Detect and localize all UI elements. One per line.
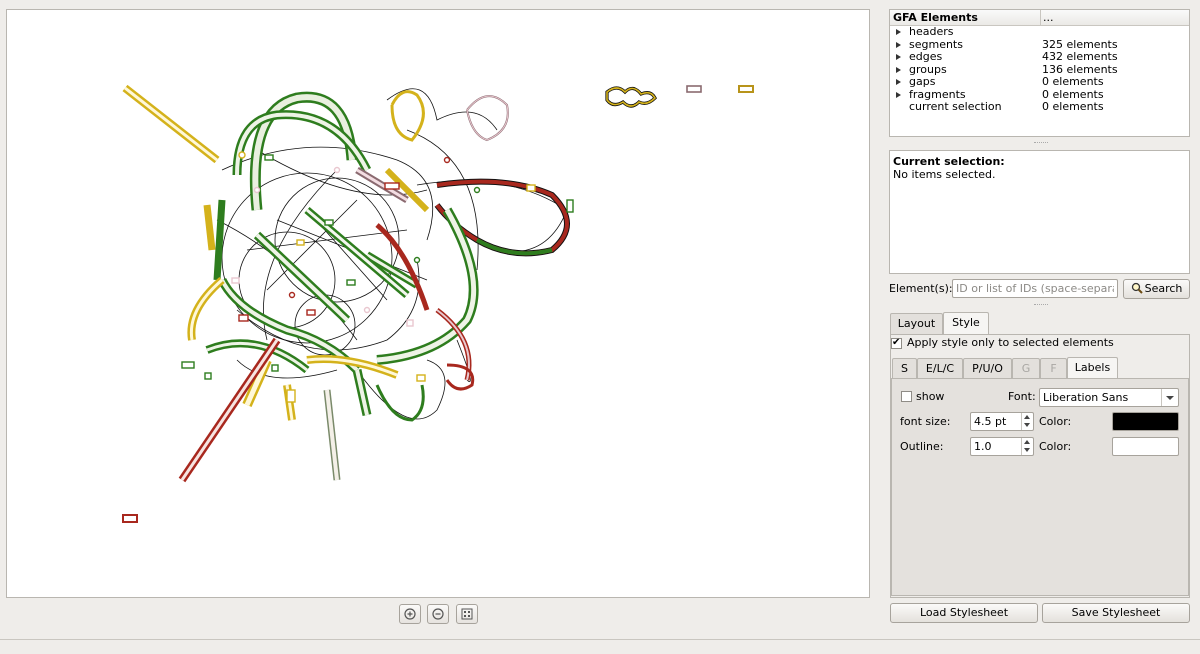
tree-row-count: 0 elements — [1042, 100, 1104, 113]
tab-g-label: G — [1021, 362, 1031, 375]
tree-row-edges[interactable]: edges 432 elements — [890, 50, 1189, 64]
save-stylesheet-button[interactable]: Save Stylesheet — [1042, 603, 1190, 623]
tab-elc-label: E/L/C — [925, 362, 955, 375]
spin-arrows-icon[interactable] — [1021, 438, 1033, 455]
tree-row-label: gaps — [909, 75, 936, 88]
zoom-fit-icon — [461, 608, 473, 620]
tab-fragments: F — [1040, 358, 1067, 379]
tree-row-label: current selection — [909, 100, 1002, 113]
zoom-fit-button[interactable] — [456, 604, 478, 624]
tree-header-elements[interactable]: GFA Elements — [893, 10, 978, 25]
tree-row-gaps[interactable]: gaps 0 elements — [890, 75, 1189, 89]
graph-segments — [122, 84, 479, 483]
gfa-graph-drawing[interactable] — [7, 10, 869, 597]
tree-row-current-selection[interactable]: current selection 0 elements — [890, 100, 1189, 114]
tab-segments-label: S — [901, 362, 908, 375]
tab-layout[interactable]: Layout — [890, 313, 943, 334]
tab-layout-label: Layout — [897, 317, 936, 330]
apply-style-label: Apply style only to selected elements — [907, 336, 1114, 349]
search-button-label: Search — [1144, 282, 1183, 295]
selection-text: No items selected. — [893, 168, 996, 181]
outline-value: 1.0 — [974, 440, 992, 453]
status-bar — [0, 639, 1200, 654]
tree-row-headers[interactable]: headers — [890, 25, 1189, 39]
gfa-elements-tree[interactable]: GFA Elements ... headers segments 325 el… — [889, 9, 1190, 137]
search-icon — [1131, 282, 1143, 300]
graph-canvas[interactable] — [6, 9, 870, 598]
expand-arrow-icon[interactable] — [896, 29, 901, 35]
splitter-handle[interactable] — [1034, 142, 1048, 145]
graph-isolated-components — [122, 85, 754, 523]
tab-f-label: F — [1050, 362, 1057, 375]
tab-edges-links-containments[interactable]: E/L/C — [917, 358, 963, 379]
outline-color-label: Color: — [1039, 440, 1072, 453]
tree-row-label: headers — [909, 25, 954, 38]
tree-header-divider — [1040, 10, 1041, 25]
font-size-label: font size: — [900, 415, 951, 428]
tab-labels-label: Labels — [1074, 361, 1111, 374]
spin-arrows-icon[interactable] — [1021, 413, 1033, 430]
tree-header: GFA Elements ... — [890, 10, 1189, 26]
splitter-handle[interactable] — [1034, 304, 1048, 307]
font-value: Liberation Sans — [1043, 391, 1129, 404]
tab-segments[interactable]: S — [892, 358, 917, 379]
tree-row-label: edges — [909, 50, 943, 63]
elements-label: Element(s): — [889, 282, 953, 295]
label-color-button[interactable] — [1112, 412, 1179, 431]
show-labels-checkbox[interactable] — [901, 391, 912, 402]
label-color-label: Color: — [1039, 415, 1072, 428]
element-id-input[interactable] — [952, 279, 1118, 298]
chevron-down-icon[interactable] — [1161, 389, 1178, 406]
expand-arrow-icon[interactable] — [896, 54, 901, 60]
font-size-spinbox[interactable]: 4.5 pt — [970, 412, 1034, 431]
tab-labels[interactable]: Labels — [1067, 357, 1118, 379]
zoom-in-icon — [404, 608, 416, 620]
outline-spinbox[interactable]: 1.0 — [970, 437, 1034, 456]
expand-arrow-icon[interactable] — [896, 66, 901, 73]
tree-row-count: 432 elements — [1042, 50, 1118, 63]
expand-arrow-icon[interactable] — [896, 91, 901, 98]
outline-label: Outline: — [900, 440, 944, 453]
zoom-out-icon — [432, 608, 444, 620]
outline-color-button[interactable] — [1112, 437, 1179, 456]
tab-paths[interactable]: P/U/O — [963, 358, 1012, 379]
zoom-in-button[interactable] — [399, 604, 421, 624]
apply-style-checkbox[interactable]: ✔ — [891, 337, 902, 349]
zoom-out-button[interactable] — [427, 604, 449, 624]
tab-puo-label: P/U/O — [972, 362, 1003, 375]
tree-header-count[interactable]: ... — [1043, 10, 1054, 25]
tree-row-count: 0 elements — [1042, 75, 1104, 88]
tab-style[interactable]: Style — [943, 312, 989, 334]
expand-arrow-icon[interactable] — [896, 41, 901, 48]
expand-arrow-icon[interactable] — [896, 79, 901, 85]
graph-loop-top — [390, 90, 509, 142]
labels-panel — [891, 378, 1189, 596]
search-button[interactable]: Search — [1123, 279, 1190, 299]
selection-title: Current selection: — [893, 155, 1005, 168]
checkmark-icon: ✔ — [892, 337, 901, 348]
tab-style-label: Style — [952, 316, 980, 329]
load-stylesheet-button[interactable]: Load Stylesheet — [890, 603, 1038, 623]
current-selection-panel: Current selection: No items selected. — [889, 150, 1190, 274]
tab-gaps: G — [1012, 358, 1040, 379]
font-select[interactable]: Liberation Sans — [1039, 388, 1179, 407]
font-label: Font: — [1008, 390, 1036, 403]
show-label: show — [916, 390, 945, 403]
font-size-value: 4.5 pt — [974, 415, 1007, 428]
